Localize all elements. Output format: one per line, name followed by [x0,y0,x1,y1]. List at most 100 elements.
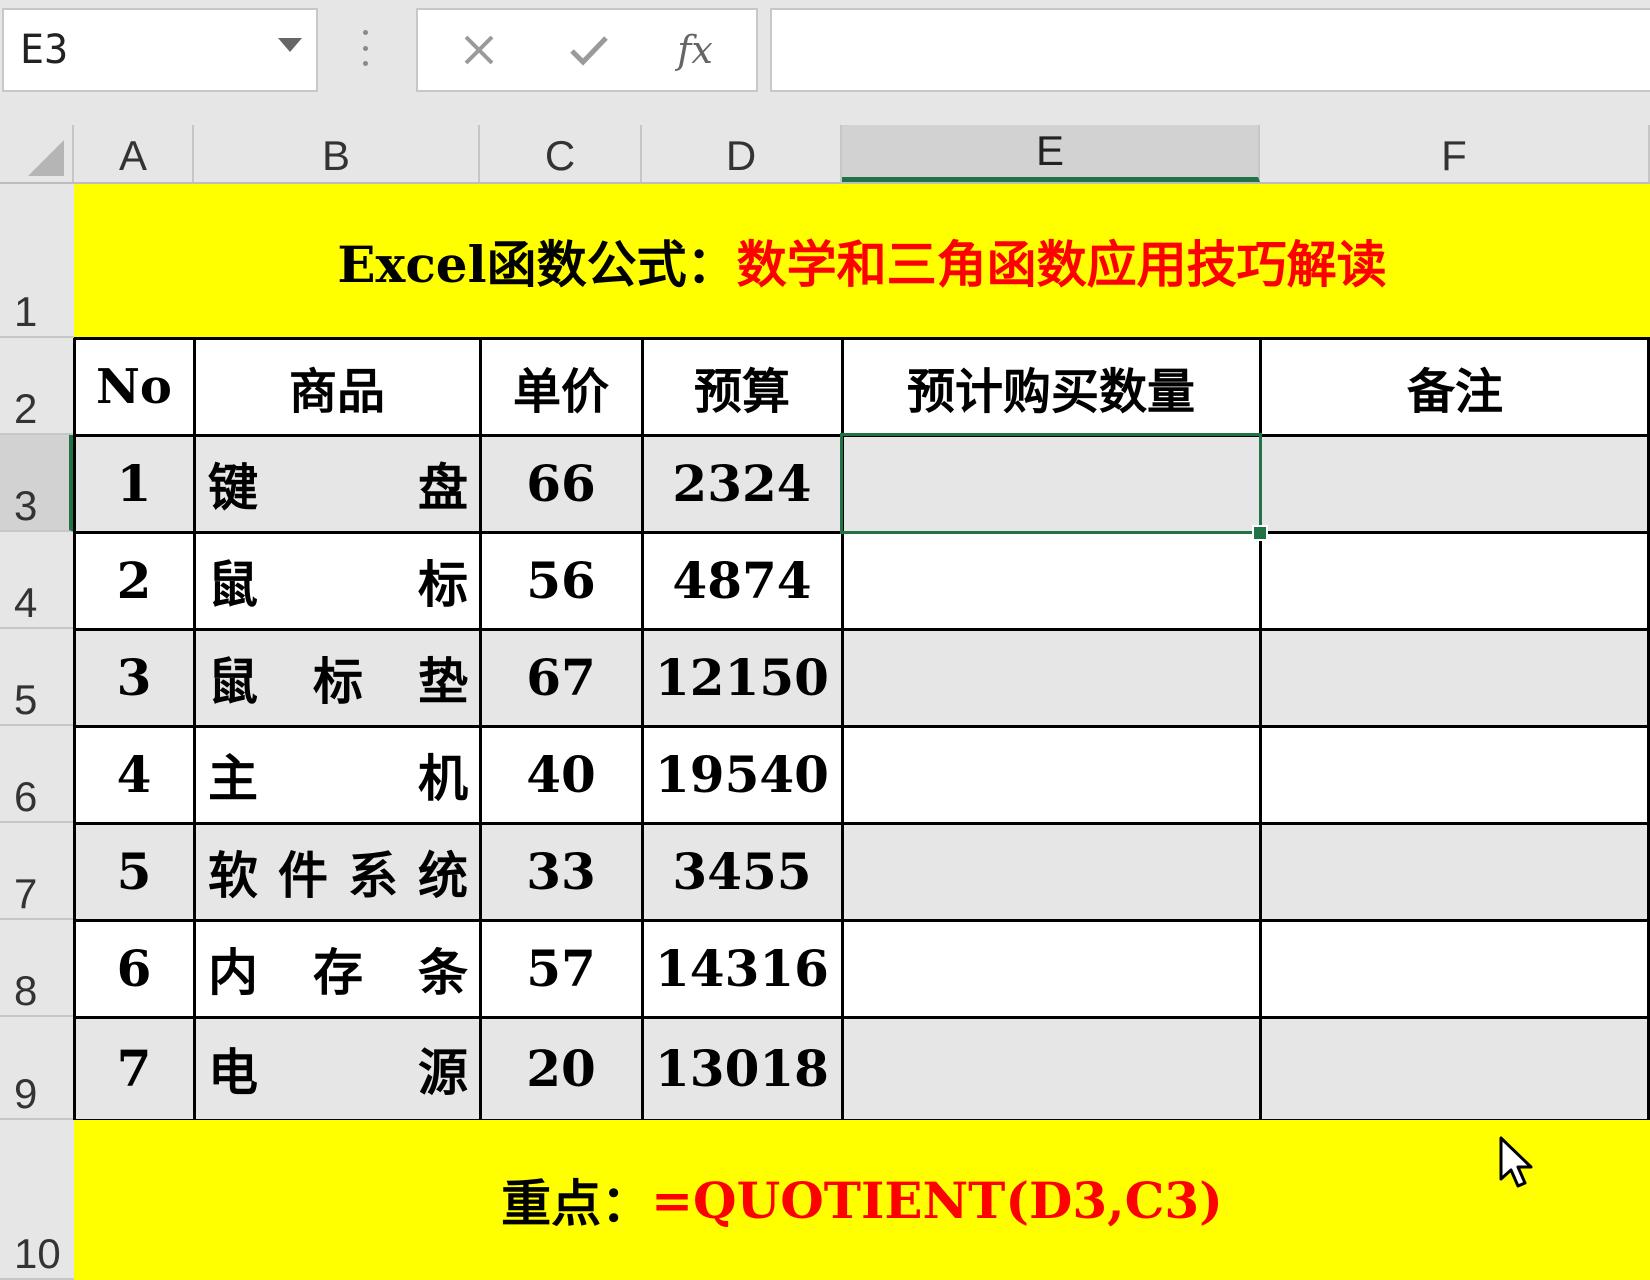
cell-note[interactable] [1260,920,1650,1017]
cell-note[interactable] [1260,823,1650,920]
column-header-d[interactable]: D [642,125,842,182]
cell-budget[interactable]: 19540 [642,726,842,823]
cell-no[interactable]: 3 [74,629,194,726]
footer-label: 重点： [501,1174,652,1233]
cell-qty[interactable] [842,629,1260,726]
row-header-3[interactable]: 3 [0,435,74,532]
cell-note[interactable] [1260,629,1650,726]
name-box[interactable]: E3 [2,8,318,92]
cell-price[interactable]: 20 [480,1017,642,1120]
select-all-icon [28,140,64,176]
product-char: 机 [418,748,468,808]
cell-qty[interactable] [842,726,1260,823]
cell-product[interactable]: 内存条 [194,920,480,1017]
header-cell-budget[interactable]: 预算 [642,338,842,435]
cell-price[interactable]: 66 [480,435,642,532]
grid-line-vertical [479,338,482,1120]
product-char: 标 [418,554,468,614]
cell-budget[interactable]: 14316 [642,920,842,1017]
fx-icon[interactable]: fx [660,20,730,80]
cell-product[interactable]: 键盘 [194,435,480,532]
row-header-5[interactable]: 5 [0,629,74,726]
grid-line-horizontal [74,822,1650,825]
column-header-e[interactable]: E [842,125,1260,182]
cell-qty[interactable] [842,920,1260,1017]
header-cell-price[interactable]: 单价 [480,338,642,435]
product-char: 盘 [418,457,468,517]
product-char: 标 [313,651,363,711]
product-char: 统 [418,845,468,905]
cell-price[interactable]: 57 [480,920,642,1017]
row-header-2[interactable]: 2 [0,338,74,435]
cell-price[interactable]: 40 [480,726,642,823]
cell-product[interactable]: 鼠标 [194,532,480,629]
cell-note[interactable] [1260,1017,1650,1120]
cell-price[interactable]: 33 [480,823,642,920]
sheet-title: Excel函数公式： 数学和三角函数应用技巧解读 [74,184,1650,338]
cell-note[interactable] [1260,532,1650,629]
row-header-9[interactable]: 9 [0,1017,74,1120]
row-header-8[interactable]: 8 [0,920,74,1017]
formula-buttons: fx [416,8,758,92]
header-cell-note[interactable]: 备注 [1260,338,1650,435]
formula-input[interactable] [770,8,1650,92]
column-header-a[interactable]: A [74,125,194,182]
cell-no[interactable]: 4 [74,726,194,823]
column-header-f[interactable]: F [1260,125,1650,182]
fill-handle[interactable] [1252,525,1268,541]
row-header-4[interactable]: 4 [0,532,74,629]
cell-price[interactable]: 67 [480,629,642,726]
grid-line-horizontal [74,919,1650,922]
header-cell-qty[interactable]: 预计购买数量 [842,338,1260,435]
cell-no[interactable]: 6 [74,920,194,1017]
cell-budget[interactable]: 2324 [642,435,842,532]
cell-product[interactable]: 软件系统 [194,823,480,920]
row-header-1[interactable]: 1 [0,184,74,338]
cell-product[interactable]: 鼠标垫 [194,629,480,726]
cell-note[interactable] [1260,726,1650,823]
cell-qty[interactable] [842,1017,1260,1120]
cell-no[interactable]: 5 [74,823,194,920]
cell-budget[interactable]: 4874 [642,532,842,629]
cell-no[interactable]: 1 [74,435,194,532]
title-prefix: Excel函数公式： [337,235,737,294]
cell-no[interactable]: 2 [74,532,194,629]
product-char: 件 [278,845,328,905]
product-char: 内 [208,942,258,1002]
product-char: 垫 [418,651,468,711]
grid-line-horizontal [74,725,1650,728]
cell-budget[interactable]: 3455 [642,823,842,920]
cell-no[interactable]: 7 [74,1017,194,1120]
grip-dots-icon[interactable] [362,30,368,66]
header-cell-no[interactable]: No [74,338,194,435]
product-char: 存 [313,942,363,1002]
name-box-value: E3 [20,27,69,73]
check-icon[interactable] [554,20,624,80]
chevron-down-icon[interactable] [278,38,302,52]
column-header-c[interactable]: C [480,125,642,182]
close-icon[interactable] [444,20,514,80]
cell-product[interactable]: 电源 [194,1017,480,1120]
cell-qty[interactable] [842,823,1260,920]
grid-line-vertical [641,338,644,1120]
header-cell-product[interactable]: 商品 [194,338,480,435]
cell-qty[interactable] [842,532,1260,629]
cell-selection [840,433,1262,534]
cell-product[interactable]: 主机 [194,726,480,823]
column-header-b[interactable]: B [194,125,480,182]
footer-formula: =QUOTIENT(D3,C3) [651,1170,1223,1230]
cell-budget[interactable]: 13018 [642,1017,842,1120]
cell-price[interactable]: 56 [480,532,642,629]
grid-line-vertical [73,338,76,1120]
row-header-7[interactable]: 7 [0,823,74,920]
product-char: 主 [208,748,258,808]
select-all-corner[interactable] [0,125,74,182]
product-char: 条 [418,942,468,1002]
cell-budget[interactable]: 12150 [642,629,842,726]
row-header-6[interactable]: 6 [0,726,74,823]
row-header-10[interactable]: 10 [0,1120,74,1280]
grid-line-horizontal [74,1016,1650,1019]
cell-note[interactable] [1260,435,1650,532]
grid-line-horizontal [74,628,1650,631]
title-topic: 数学和三角函数应用技巧解读 [736,235,1387,294]
